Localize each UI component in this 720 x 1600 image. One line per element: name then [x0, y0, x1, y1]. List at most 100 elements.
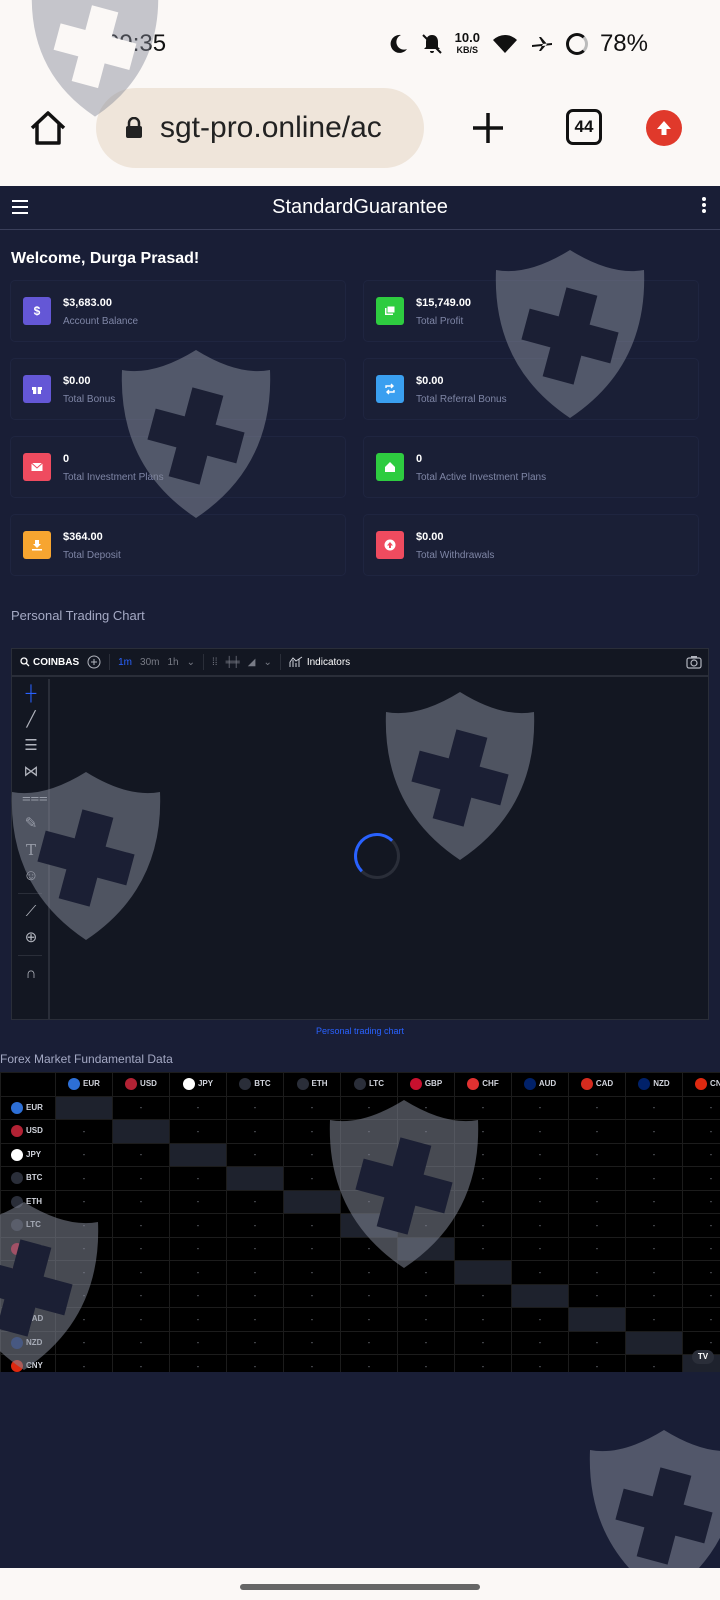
rate-cell[interactable]: -	[568, 1354, 626, 1372]
rate-cell[interactable]: -	[283, 1166, 341, 1191]
rate-cell[interactable]: -	[226, 1307, 284, 1332]
row-header-cad[interactable]: CAD	[0, 1307, 56, 1332]
pattern-icon[interactable]: ⋈	[22, 763, 40, 781]
rate-cell[interactable]: -	[511, 1307, 569, 1332]
magnet-icon[interactable]: ∩	[22, 965, 40, 983]
row-header-eth[interactable]: ETH	[0, 1189, 56, 1214]
row-header-nzd[interactable]: NZD	[0, 1330, 56, 1355]
new-tab-icon[interactable]	[468, 108, 508, 148]
rate-cell[interactable]: -	[283, 1236, 341, 1261]
rate-cell[interactable]: -	[112, 1189, 170, 1214]
rate-cell[interactable]: -	[112, 1283, 170, 1308]
symbol-search[interactable]: COINBAS	[20, 657, 79, 668]
rate-cell[interactable]: -	[226, 1330, 284, 1355]
rate-cell[interactable]: -	[454, 1189, 512, 1214]
rate-cell[interactable]: -	[454, 1142, 512, 1167]
rate-cell[interactable]: -	[340, 1119, 398, 1144]
chart-caption-link[interactable]: Personal trading chart	[0, 1026, 720, 1036]
rate-cell[interactable]: -	[454, 1330, 512, 1355]
rate-cell[interactable]: -	[511, 1189, 569, 1214]
rate-cell[interactable]: -	[511, 1354, 569, 1372]
chart-style-dropdown-icon[interactable]: ⌄	[263, 657, 271, 668]
diagonal-cell[interactable]	[625, 1330, 683, 1355]
rate-cell[interactable]: -	[625, 1354, 683, 1372]
rate-cell[interactable]: -	[625, 1142, 683, 1167]
rate-cell[interactable]: -	[55, 1330, 113, 1355]
rate-cell[interactable]: -	[112, 1236, 170, 1261]
rate-cell[interactable]: -	[454, 1283, 512, 1308]
rate-cell[interactable]: -	[568, 1119, 626, 1144]
rate-cell[interactable]: -	[283, 1142, 341, 1167]
rate-cell[interactable]: -	[169, 1283, 227, 1308]
rate-cell[interactable]: -	[340, 1236, 398, 1261]
column-header-cad[interactable]: CAD	[568, 1072, 626, 1097]
rate-cell[interactable]: -	[55, 1283, 113, 1308]
rate-cell[interactable]: -	[397, 1213, 455, 1238]
rate-cell[interactable]: -	[112, 1142, 170, 1167]
rate-cell[interactable]: -	[568, 1330, 626, 1355]
rate-cell[interactable]: -	[55, 1189, 113, 1214]
rate-cell[interactable]: -	[226, 1142, 284, 1167]
rate-cell[interactable]: -	[226, 1213, 284, 1238]
crosshair-icon[interactable]: ┼	[22, 685, 40, 703]
interval-dropdown-icon[interactable]: ⌄	[187, 657, 195, 668]
diagonal-cell[interactable]	[511, 1283, 569, 1308]
rate-cell[interactable]: -	[511, 1119, 569, 1144]
tab-switcher-button[interactable]: 44	[566, 109, 602, 145]
rate-cell[interactable]: -	[112, 1330, 170, 1355]
rate-cell[interactable]: -	[169, 1354, 227, 1372]
rate-cell[interactable]: -	[568, 1142, 626, 1167]
rate-cell[interactable]: -	[454, 1119, 512, 1144]
row-header-jpy[interactable]: JPY	[0, 1142, 56, 1167]
rate-cell[interactable]: -	[55, 1119, 113, 1144]
row-header-usd[interactable]: USD	[0, 1119, 56, 1144]
row-header-gbp[interactable]: GBP	[0, 1236, 56, 1261]
rate-cell[interactable]: -	[169, 1236, 227, 1261]
rate-cell[interactable]: -	[283, 1260, 341, 1285]
rate-cell[interactable]: -	[454, 1307, 512, 1332]
trading-chart-widget[interactable]: COINBAS 1m 30m 1h ⌄ ⁞⁞ ╪╪ ◢ ⌄ Indicators…	[11, 648, 709, 1020]
tradingview-badge[interactable]: TV	[692, 1350, 714, 1364]
rate-cell[interactable]: -	[226, 1236, 284, 1261]
rate-cell[interactable]: -	[340, 1283, 398, 1308]
diagonal-cell[interactable]	[568, 1307, 626, 1332]
rate-cell[interactable]: -	[568, 1213, 626, 1238]
rate-cell[interactable]: -	[55, 1166, 113, 1191]
rate-cell[interactable]: -	[682, 1236, 720, 1261]
rate-cell[interactable]: -	[568, 1095, 626, 1120]
rate-cell[interactable]: -	[682, 1119, 720, 1144]
rate-cell[interactable]: -	[454, 1166, 512, 1191]
diagonal-cell[interactable]	[169, 1142, 227, 1167]
home-gesture-pill[interactable]	[240, 1584, 480, 1590]
rate-cell[interactable]: -	[226, 1095, 284, 1120]
fib-retracement-icon[interactable]: ☰	[22, 737, 40, 755]
rate-cell[interactable]: -	[625, 1283, 683, 1308]
rate-cell[interactable]: -	[112, 1095, 170, 1120]
rate-cell[interactable]: -	[55, 1354, 113, 1372]
rate-cell[interactable]: -	[169, 1119, 227, 1144]
column-header-aud[interactable]: AUD	[511, 1072, 569, 1097]
rate-cell[interactable]: -	[397, 1283, 455, 1308]
rate-cell[interactable]: -	[283, 1354, 341, 1372]
rate-cell[interactable]: -	[340, 1330, 398, 1355]
rate-cell[interactable]: -	[397, 1119, 455, 1144]
rate-cell[interactable]: -	[340, 1189, 398, 1214]
column-header-eur[interactable]: EUR	[55, 1072, 113, 1097]
rate-cell[interactable]: -	[397, 1260, 455, 1285]
rate-cell[interactable]: -	[283, 1283, 341, 1308]
zoom-in-icon[interactable]: ⊕	[22, 929, 40, 947]
column-header-gbp[interactable]: GBP	[397, 1072, 455, 1097]
rate-cell[interactable]: -	[226, 1283, 284, 1308]
diagonal-cell[interactable]	[55, 1095, 113, 1120]
rate-cell[interactable]: -	[511, 1236, 569, 1261]
rate-cell[interactable]: -	[568, 1260, 626, 1285]
column-header-cny[interactable]: CNY	[682, 1072, 720, 1097]
diagonal-cell[interactable]	[340, 1213, 398, 1238]
trend-line-icon[interactable]: ╱	[22, 711, 40, 729]
rate-cell[interactable]: -	[682, 1142, 720, 1167]
rate-cell[interactable]: -	[682, 1307, 720, 1332]
rate-cell[interactable]: -	[169, 1166, 227, 1191]
column-header-btc[interactable]: BTC	[226, 1072, 284, 1097]
camera-icon[interactable]	[686, 655, 702, 669]
rate-cell[interactable]: -	[340, 1166, 398, 1191]
